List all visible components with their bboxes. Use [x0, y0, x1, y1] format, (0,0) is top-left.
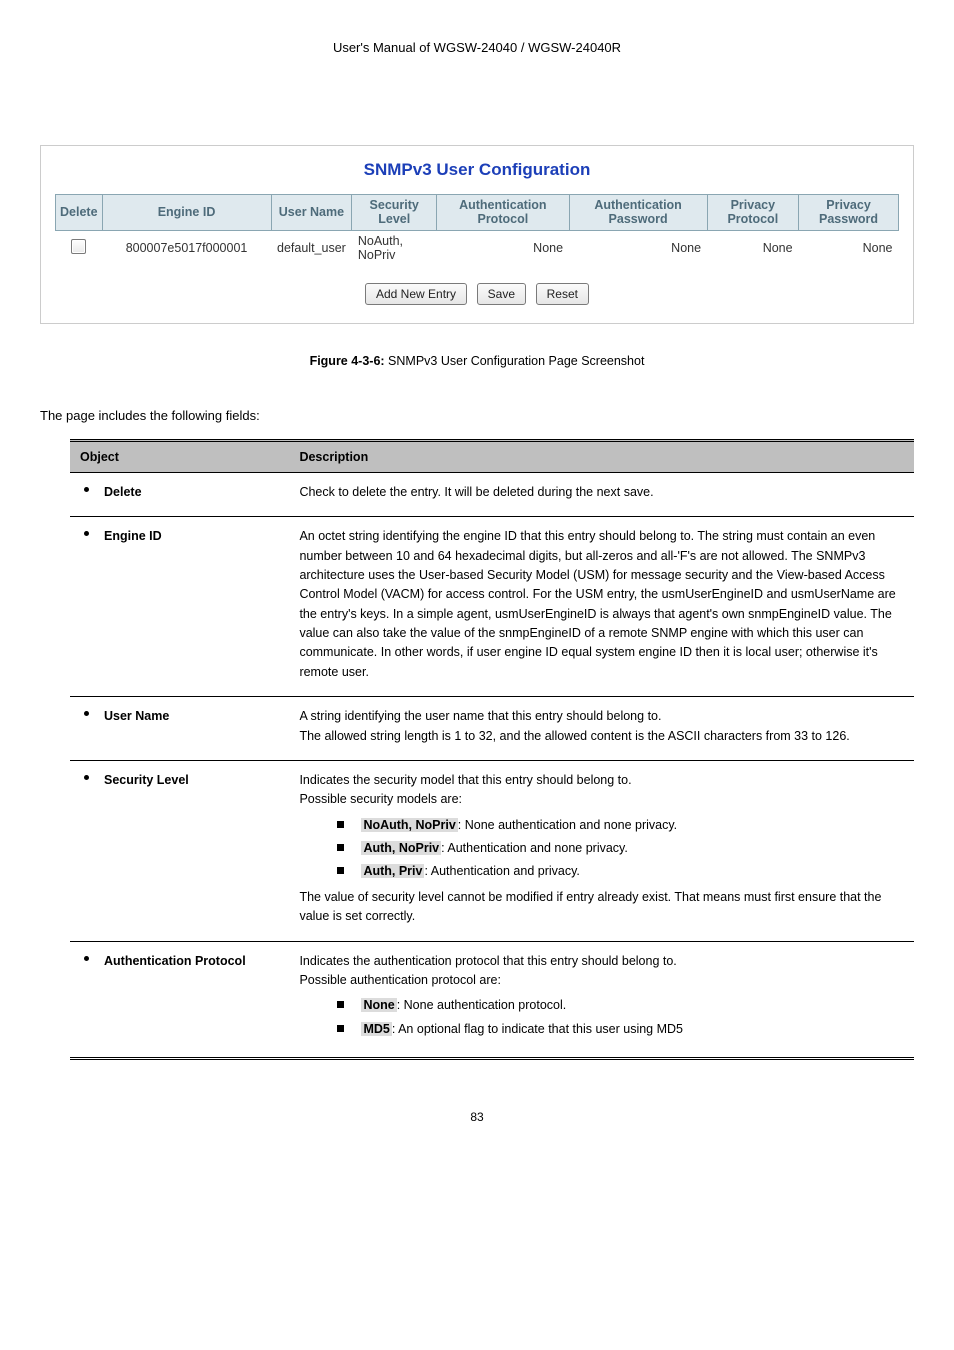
- snmp-screenshot-panel: SNMPv3 User Configuration Delete Engine …: [40, 145, 914, 324]
- desc-row-security-level: Security Level Indicates the security mo…: [70, 760, 914, 941]
- delete-checkbox[interactable]: [71, 239, 86, 254]
- col-delete: Delete: [56, 195, 103, 231]
- desc-head-description: Description: [289, 440, 914, 472]
- desc-row-engine-id: Engine ID An octet string identifying th…: [70, 517, 914, 697]
- doc-header: User's Manual of WGSW-24040 / WGSW-24040…: [40, 40, 914, 55]
- page-number: 83: [40, 1110, 914, 1124]
- cell-engine-id: 800007e5017f000001: [102, 230, 271, 265]
- col-priv-protocol: Privacy Protocol: [707, 195, 799, 231]
- desc-head-object: Object: [70, 440, 289, 472]
- lead-text: The page includes the following fields:: [40, 408, 914, 423]
- cell-sec-level: NoAuth, NoPriv: [352, 230, 437, 265]
- snmp-table: Delete Engine ID User Name Security Leve…: [55, 194, 899, 265]
- table-row: 800007e5017f000001 default_user NoAuth, …: [56, 230, 899, 265]
- bullet-icon: [84, 956, 89, 961]
- reset-button[interactable]: Reset: [536, 283, 589, 305]
- add-new-entry-button[interactable]: Add New Entry: [365, 283, 467, 305]
- cell-priv-pass: None: [799, 230, 899, 265]
- col-security-level: Security Level: [352, 195, 437, 231]
- col-auth-password: Authentication Password: [569, 195, 707, 231]
- desc-row-user-name: User Name A string identifying the user …: [70, 697, 914, 761]
- col-engine-id: Engine ID: [102, 195, 271, 231]
- col-user-name: User Name: [271, 195, 352, 231]
- cell-priv-proto: None: [707, 230, 799, 265]
- bullet-icon: [84, 487, 89, 492]
- bullet-icon: [84, 711, 89, 716]
- bullet-icon: [84, 531, 89, 536]
- cell-user-name: default_user: [271, 230, 352, 265]
- desc-row-delete: Delete Check to delete the entry. It wil…: [70, 472, 914, 516]
- desc-row-auth-protocol: Authentication Protocol Indicates the au…: [70, 941, 914, 1059]
- col-priv-password: Privacy Password: [799, 195, 899, 231]
- cell-auth-pass: None: [569, 230, 707, 265]
- save-button[interactable]: Save: [477, 283, 526, 305]
- cell-auth-proto: None: [437, 230, 569, 265]
- description-table: Object Description Delete Check to delet…: [70, 439, 914, 1060]
- panel-title: SNMPv3 User Configuration: [55, 160, 899, 180]
- col-auth-protocol: Authentication Protocol: [437, 195, 569, 231]
- figure-caption: Figure 4-3-6: SNMPv3 User Configuration …: [40, 354, 914, 368]
- bullet-icon: [84, 775, 89, 780]
